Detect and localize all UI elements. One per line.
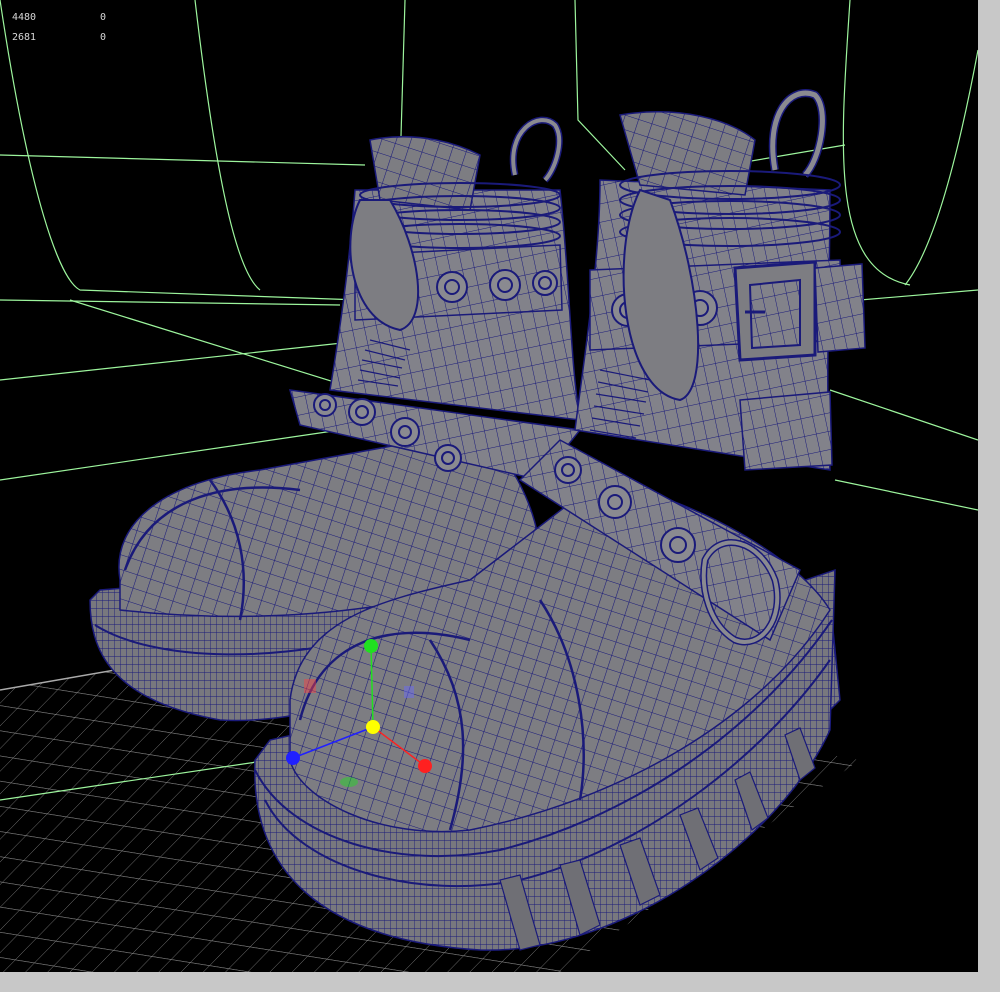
heads-up-display: 4480 0 2681 0 <box>12 8 106 48</box>
hud-count-1: 0 <box>100 12 107 23</box>
hud-value-1: 4480 <box>12 12 37 23</box>
viewport-right-border <box>978 0 1000 992</box>
hud-count-2: 0 <box>100 32 107 43</box>
hud-row-2: 2681 0 <box>12 28 106 48</box>
hud-row-1: 4480 0 <box>12 8 106 28</box>
3d-viewport[interactable]: 4480 0 2681 0 <box>0 0 978 972</box>
scene-canvas[interactable] <box>0 0 978 972</box>
viewport-bottom-border <box>0 972 1000 992</box>
hud-value-2: 2681 <box>12 32 37 43</box>
